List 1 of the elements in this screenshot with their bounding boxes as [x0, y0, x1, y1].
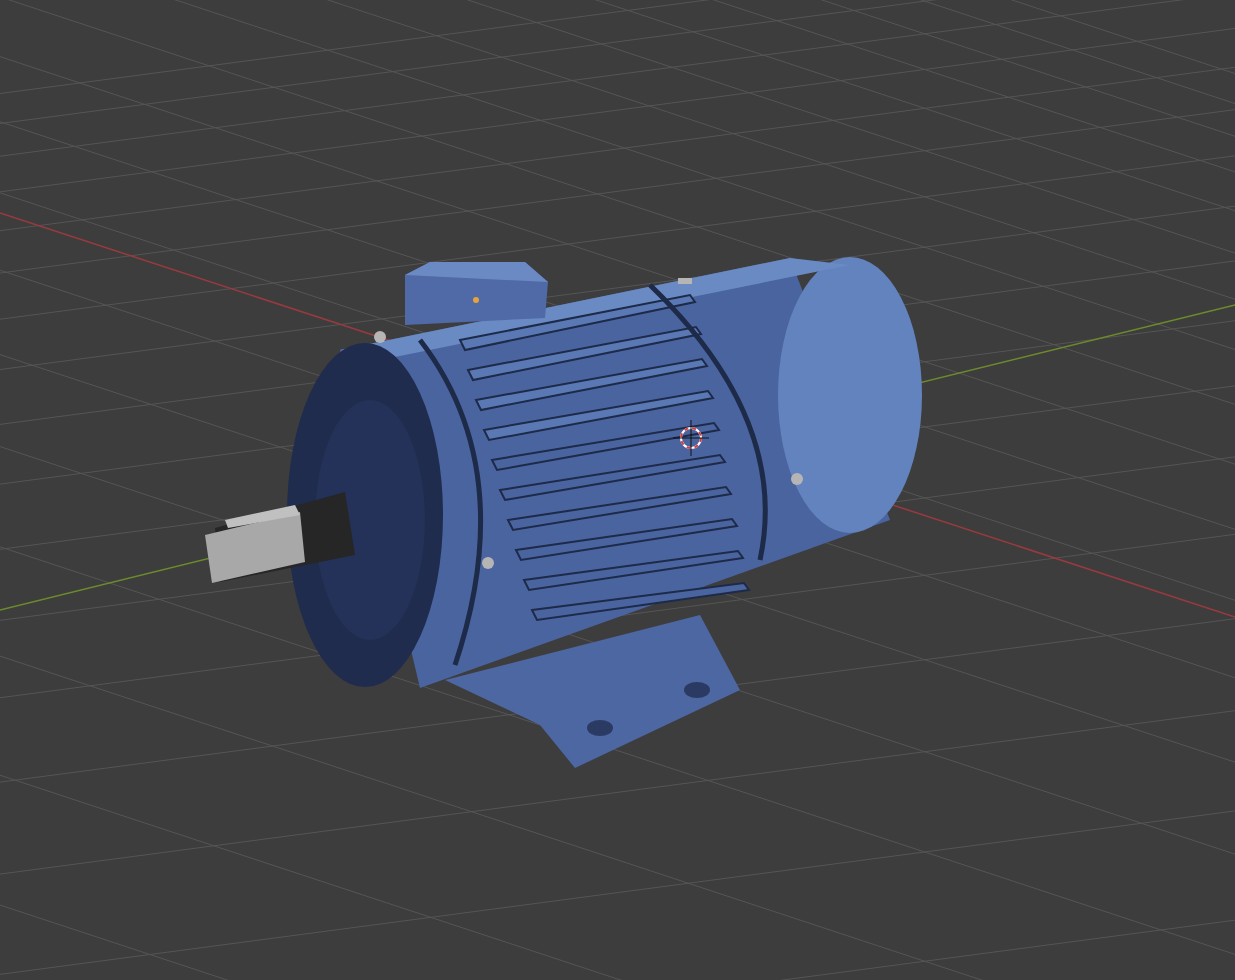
cursor-icon[interactable] [672, 419, 710, 457]
